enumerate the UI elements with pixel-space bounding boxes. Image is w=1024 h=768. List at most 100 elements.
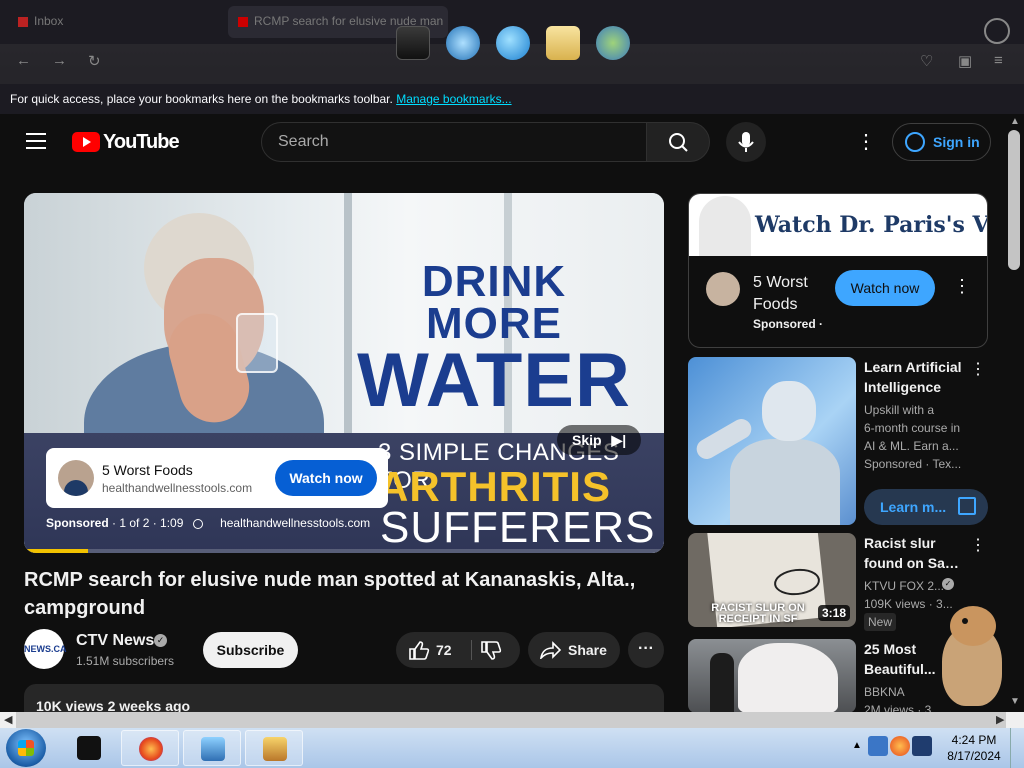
browser-chrome: Inbox RCMP search for elusive nude man ←… xyxy=(0,0,1024,84)
hamburger-menu-icon[interactable] xyxy=(26,133,46,149)
video-kebab-icon[interactable]: ⋮ xyxy=(970,359,986,379)
search-input[interactable]: Search xyxy=(261,122,647,162)
channel-name[interactable]: KTVU FOX 2... xyxy=(864,577,944,595)
scrollbar-thumb[interactable] xyxy=(16,712,1006,728)
share-button[interactable]: Share xyxy=(528,632,620,668)
like-count: 72 xyxy=(436,642,452,658)
terminal-icon[interactable] xyxy=(396,26,430,60)
show-desktop-button[interactable] xyxy=(1010,728,1024,768)
horse-image xyxy=(738,643,838,713)
ad-card[interactable]: 5 Worst Foods healthandwellnesstools.com… xyxy=(46,448,388,508)
robot-image xyxy=(762,381,816,441)
channel-name[interactable]: CTV News xyxy=(76,632,154,650)
description-box[interactable]: 10K views 2 weeks ago xyxy=(24,684,664,714)
youtube-header: YouTube Search ⋮ Sign in xyxy=(0,114,1004,170)
youtube-logo[interactable]: YouTube xyxy=(72,131,180,153)
vertical-scrollbar[interactable]: ▲ ▼ xyxy=(1004,114,1024,712)
ad-line-sufferers: SUFFERERS xyxy=(380,503,656,552)
firefox-tray-icon[interactable] xyxy=(890,736,910,756)
settings-kebab-icon[interactable]: ⋮ xyxy=(856,128,876,156)
search-button[interactable] xyxy=(646,122,710,162)
system-tray: ▲ xyxy=(852,730,940,766)
ad-meta: Sponsored · 1 of 2 · 1:09 healthandwelln… xyxy=(46,516,371,530)
desktop-dock xyxy=(388,20,638,64)
ad-avatar xyxy=(58,460,94,496)
taskbar-firefox[interactable] xyxy=(121,730,179,766)
desktop-pet-hamster[interactable] xyxy=(936,606,1006,706)
scroll-up-icon[interactable]: ▲ xyxy=(1010,116,1020,127)
reload-icon[interactable]: ↻ xyxy=(88,52,101,70)
thumbs-up-icon[interactable] xyxy=(408,640,430,660)
network-icon[interactable] xyxy=(868,736,888,756)
manage-bookmarks-link[interactable]: Manage bookmarks... xyxy=(396,92,511,106)
promo-kebab-icon[interactable]: ⋮ xyxy=(953,276,971,297)
sign-in-button[interactable]: Sign in xyxy=(892,123,991,161)
account-icon[interactable] xyxy=(984,18,1010,44)
thumbs-down-icon[interactable] xyxy=(480,641,502,661)
horizontal-scrollbar[interactable]: ◀ ▶ xyxy=(0,712,1024,728)
back-icon[interactable]: ← xyxy=(16,52,31,69)
video-kebab-icon[interactable]: ⋮ xyxy=(970,535,986,555)
doctor-image xyxy=(699,196,751,256)
sponsored-promo-card[interactable]: Watch Dr. Paris's Video 5 Worst Foods Sp… xyxy=(688,193,988,348)
external-link-icon xyxy=(958,497,976,515)
recommendation-ai-ad[interactable]: Learn Artificial Intelligence Upskill wi… xyxy=(688,357,988,527)
bookmarks-message: For quick access, place your bookmarks h… xyxy=(10,92,393,106)
share-arrow-icon xyxy=(540,641,562,659)
new-badge: New xyxy=(864,613,897,631)
taskbar-network[interactable] xyxy=(183,730,241,766)
game-box-icon xyxy=(263,737,287,761)
ad-headline: DRINK MORE WATER xyxy=(357,257,631,423)
bookmarks-toolbar: For quick access, place your bookmarks h… xyxy=(0,84,1024,114)
verified-check-icon: ✓ xyxy=(154,634,167,647)
forward-icon[interactable]: → xyxy=(52,52,67,69)
tab-inbox[interactable]: Inbox xyxy=(8,6,218,38)
account-circle-icon xyxy=(905,132,925,152)
subscriber-count: 1.51M subscribers xyxy=(76,654,175,668)
shield-icon[interactable]: ♡ xyxy=(920,52,933,70)
taskbar-game[interactable] xyxy=(245,730,303,766)
promo-watch-now-button[interactable]: Watch now xyxy=(835,270,935,306)
youtube-favicon-icon xyxy=(238,16,248,27)
like-dislike-group: 72 xyxy=(396,632,520,668)
video-thumbnail[interactable]: RACIST SLUR ON RECEIPT IN SF 3:18 xyxy=(688,533,856,627)
promo-sponsored-label: Sponsored · xyxy=(753,317,824,331)
menu-icon[interactable]: ≡ xyxy=(994,52,1003,69)
firefox-icon xyxy=(139,737,163,761)
display-icon[interactable] xyxy=(912,736,932,756)
video-thumbnail[interactable] xyxy=(688,357,856,525)
users-icon[interactable] xyxy=(596,26,630,60)
taskbar-terminal[interactable] xyxy=(60,730,118,766)
ad-progress-bar[interactable] xyxy=(24,549,664,553)
voice-search-button[interactable] xyxy=(726,122,766,162)
more-actions-button[interactable]: ··· xyxy=(628,632,664,668)
clock[interactable]: 4:24 PM 8/17/2024 xyxy=(946,732,1002,764)
video-thumbnail[interactable] xyxy=(688,639,856,713)
info-icon[interactable] xyxy=(192,518,203,529)
channel-name[interactable]: BBKNA xyxy=(864,683,905,701)
scroll-right-icon[interactable]: ▶ xyxy=(996,713,1004,726)
video-player[interactable]: DRINK MORE WATER 3 SIMPLE CHANGES FOR AR… xyxy=(24,193,664,553)
globe-download-icon[interactable] xyxy=(446,26,480,60)
video-title: RCMP search for elusive nude man spotted… xyxy=(24,569,636,619)
scroll-left-icon[interactable]: ◀ xyxy=(4,713,12,726)
extensions-icon[interactable]: ▣ xyxy=(958,52,972,70)
network-computer-icon xyxy=(201,737,225,761)
subscribe-button[interactable]: Subscribe xyxy=(203,632,298,668)
channel-avatar[interactable]: NEWS.CA xyxy=(24,629,67,669)
start-button[interactable] xyxy=(6,729,46,767)
promo-title[interactable]: 5 Worst Foods xyxy=(753,272,833,316)
mail-folder-icon[interactable] xyxy=(546,26,580,60)
verified-check-icon: ✓ xyxy=(942,578,954,590)
scrollbar-thumb[interactable] xyxy=(1008,130,1020,270)
tray-expand-icon[interactable]: ▲ xyxy=(852,740,862,751)
youtube-play-icon xyxy=(72,132,100,152)
ad-watch-now-button[interactable]: Watch now xyxy=(275,460,377,496)
skip-ad-button[interactable]: Skip ▶| xyxy=(557,425,641,455)
video-duration: 3:18 xyxy=(817,605,850,621)
scroll-down-icon[interactable]: ▼ xyxy=(1010,696,1020,707)
promo-banner: Watch Dr. Paris's Video xyxy=(689,194,987,256)
skip-next-icon: ▶| xyxy=(611,432,627,448)
search-icon xyxy=(669,133,688,152)
internet-explorer-icon[interactable] xyxy=(496,26,530,60)
